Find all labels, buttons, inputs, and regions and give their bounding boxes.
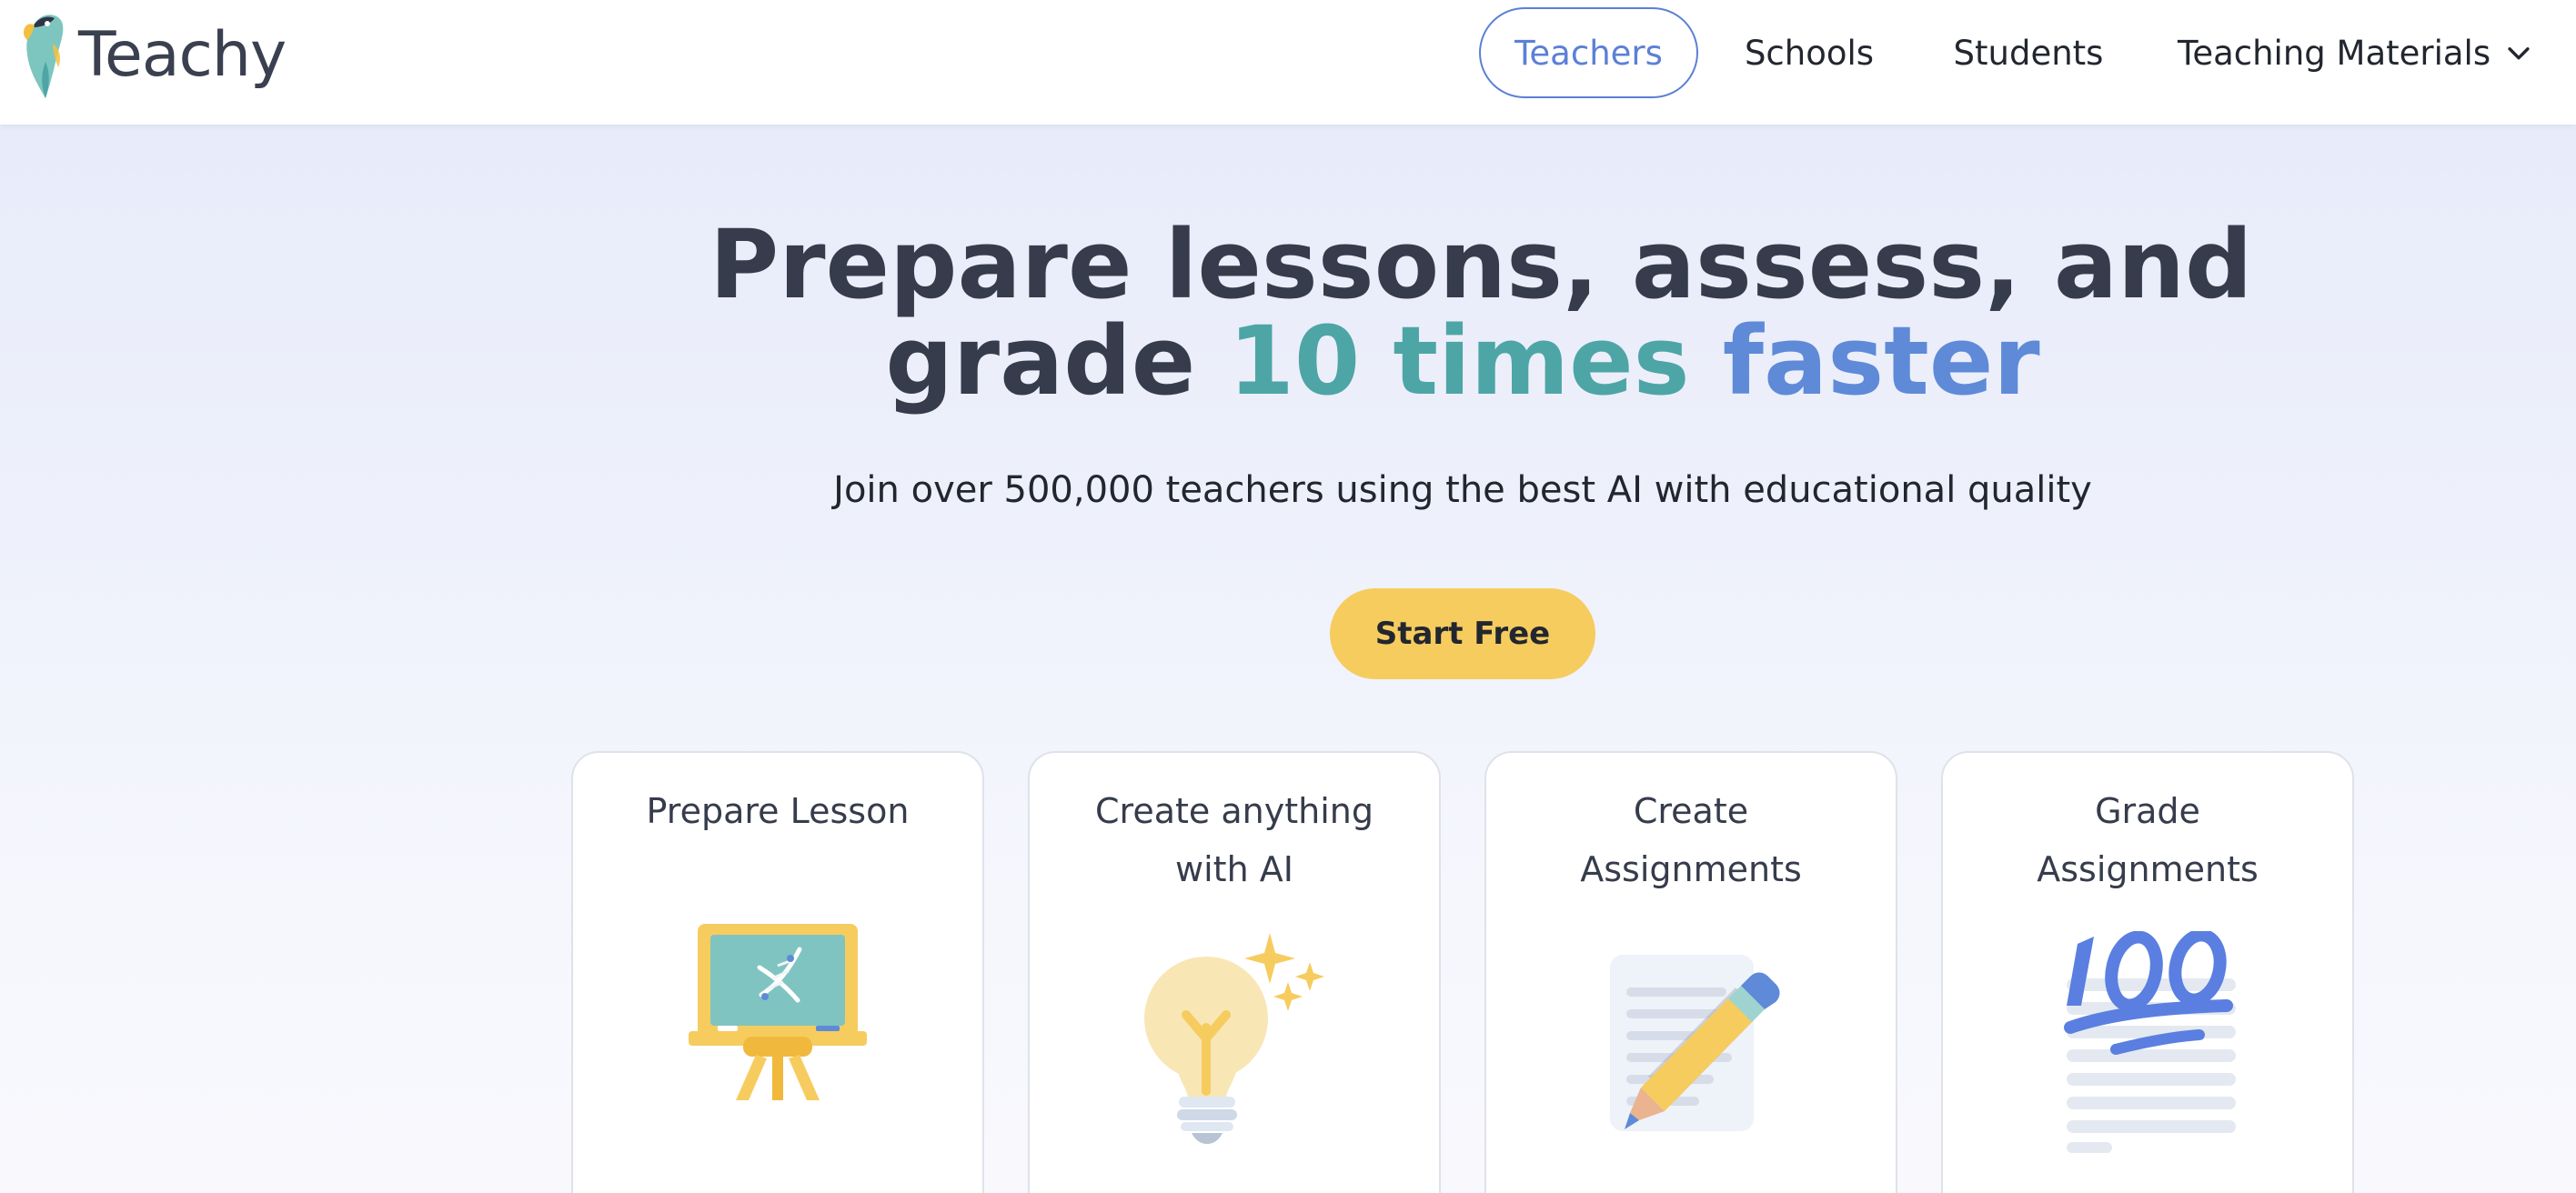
card-prepare-lesson[interactable]: Prepare Lesson — [571, 751, 984, 1193]
nav-teaching-materials[interactable]: Teaching Materials — [2165, 7, 2565, 98]
pencil-document-icon — [1610, 955, 1780, 1131]
hero-headline: Prepare lessons, assess, and grade 10 ti… — [709, 209, 2253, 409]
nav-teachers[interactable]: Teachers — [1479, 7, 1698, 98]
headline-line-2: grade 10 times faster — [709, 313, 2216, 409]
card-title: Create anything with AI — [1095, 791, 1374, 889]
parrot-logo-icon — [24, 15, 64, 98]
card-title: Grade Assignments — [2037, 791, 2259, 889]
site-header: Teachy Teachers Schools Students Teachin… — [0, 0, 2576, 125]
lightbulb-icon — [1144, 933, 1324, 1144]
card-title: Create Assignments — [1580, 791, 1802, 889]
card-title: Prepare Lesson — [646, 791, 910, 831]
brand-name: Teachy — [78, 19, 287, 91]
chalkboard-icon — [689, 924, 867, 1100]
nav-students[interactable]: Students — [1937, 7, 2119, 98]
card-grade-assignments[interactable]: Grade Assignments — [1941, 751, 2354, 1193]
nav-teaching-materials-label: Teaching Materials — [2178, 33, 2491, 73]
chevron-down-icon — [2508, 47, 2530, 60]
headline-line-1: Prepare lessons, assess, and — [709, 209, 2253, 320]
headline-accent-teal: 10 times — [1228, 306, 1690, 416]
nav-schools[interactable]: Schools — [1727, 7, 1891, 98]
start-free-button[interactable]: Start Free — [1330, 588, 1595, 679]
card-create-assignments[interactable]: Create Assignments — [1484, 751, 1897, 1193]
brand-logo[interactable]: Teachy — [20, 7, 287, 98]
card-create-anything[interactable]: Create anything with AI — [1028, 751, 1441, 1193]
headline-accent-blue: faster — [1689, 306, 2040, 416]
hundred-score-icon — [2064, 931, 2236, 1153]
headline-prefix: grade — [885, 306, 1229, 416]
hero-subtitle: Join over 500,000 teachers using the bes… — [833, 469, 2092, 511]
